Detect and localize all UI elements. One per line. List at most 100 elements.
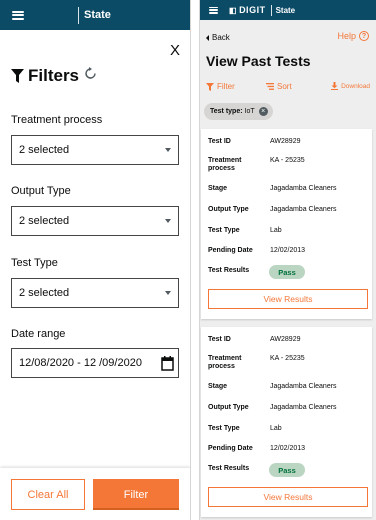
stage-value: Jagadamba Cleaners xyxy=(270,185,337,192)
output-type-select[interactable]: 2 selected xyxy=(11,206,179,236)
digit-logo: ◧ DIGIT xyxy=(229,5,266,15)
treatment-value: KA - 25235 xyxy=(270,355,305,362)
active-filter-chip: Test type: IoT × xyxy=(204,103,273,120)
calendar-icon[interactable] xyxy=(161,355,174,374)
close-icon[interactable]: X xyxy=(170,42,180,59)
hamburger-icon[interactable] xyxy=(209,6,218,14)
field-label: Treatment process xyxy=(208,157,242,172)
field-label: Test Results xyxy=(208,267,250,274)
header-divider xyxy=(270,4,272,16)
filter-action-label: Filter xyxy=(217,82,235,91)
header-divider xyxy=(78,6,79,24)
field-label: Treatment process xyxy=(208,355,242,370)
filters-header: Filters xyxy=(11,66,96,86)
clear-all-button[interactable]: Clear All xyxy=(11,479,85,510)
test-type-label: Test Type xyxy=(11,257,58,269)
left-top-bar: State xyxy=(0,0,190,30)
state-label: State xyxy=(275,5,296,15)
filter-panel: State X Filters Treatment process 2 sele… xyxy=(0,0,191,520)
digit-logo-mark-icon: ◧ xyxy=(229,5,238,15)
apply-filter-button[interactable]: Filter xyxy=(93,479,179,510)
card-row-treatment: Treatment process KA - 25235 xyxy=(208,355,368,371)
pending-date-value: 12/02/2013 xyxy=(270,445,306,452)
chevron-down-icon xyxy=(165,291,171,295)
sort-icon xyxy=(266,83,274,90)
treatment-process-select[interactable]: 2 selected xyxy=(11,135,179,165)
hamburger-icon[interactable] xyxy=(12,10,24,20)
test-card: Test ID AW28929 Treatment process KA - 2… xyxy=(201,129,372,319)
card-row-stage: Stage Jagadamba Cleaners xyxy=(208,185,368,193)
card-row-test-type: Test Type Lab xyxy=(208,227,368,235)
date-range-input[interactable]: 12/08/2020 - 12 /09/2020 xyxy=(11,348,179,378)
card-row-test-type: Test Type Lab xyxy=(208,425,368,433)
chip-key: Test type: xyxy=(210,108,243,115)
treatment-value: KA - 25235 xyxy=(270,157,305,164)
date-range-label: Date range xyxy=(11,328,66,340)
help-label: Help xyxy=(337,31,356,41)
back-link[interactable]: Back xyxy=(206,33,230,42)
test-card: Test ID AW28929 Treatment process KA - 2… xyxy=(201,327,372,517)
test-id-value: AW28929 xyxy=(270,138,301,145)
field-label: Test Results xyxy=(208,465,250,472)
funnel-icon xyxy=(11,69,24,83)
download-icon xyxy=(331,82,339,90)
card-row-pending-date: Pending Date 12/02/2013 xyxy=(208,247,368,255)
field-label: Test Type xyxy=(208,425,240,432)
digit-logo-text: DIGIT xyxy=(239,5,266,15)
field-label: Test ID xyxy=(208,138,231,145)
pending-date-value: 12/02/2013 xyxy=(270,247,306,254)
back-label: Back xyxy=(212,33,230,42)
field-label: Test Type xyxy=(208,227,240,234)
page-title: View Past Tests xyxy=(206,53,311,69)
status-badge: Pass xyxy=(269,463,305,477)
test-type-value: Lab xyxy=(270,227,282,234)
test-type-value: Lab xyxy=(270,425,282,432)
date-range-value: 12/08/2020 - 12 /09/2020 xyxy=(19,357,142,369)
output-type-value: Jagadamba Cleaners xyxy=(270,206,337,213)
output-type-value: 2 selected xyxy=(19,215,70,227)
state-label: State xyxy=(84,9,111,21)
filter-icon xyxy=(206,82,214,91)
test-id-value: AW28929 xyxy=(270,336,301,343)
filter-action-bar: Clear All Filter xyxy=(0,468,190,520)
field-label: Output Type xyxy=(208,206,249,213)
help-icon: ? xyxy=(359,31,369,41)
download-action[interactable]: Download xyxy=(331,82,370,90)
view-results-button[interactable]: View Results xyxy=(208,487,368,507)
field-label: Output Type xyxy=(208,404,249,411)
card-row-treatment: Treatment process KA - 25235 xyxy=(208,157,368,173)
filter-action[interactable]: Filter xyxy=(206,82,235,91)
right-top-bar: ◧ DIGIT State xyxy=(200,0,376,20)
view-results-button[interactable]: View Results xyxy=(208,289,368,309)
card-row-pending-date: Pending Date 12/02/2013 xyxy=(208,445,368,453)
stage-value: Jagadamba Cleaners xyxy=(270,383,337,390)
filters-title: Filters xyxy=(28,66,80,85)
card-row-test-id: Test ID AW28929 xyxy=(208,138,368,146)
action-row: Filter Sort Download xyxy=(206,82,370,94)
download-action-label: Download xyxy=(341,82,370,90)
test-type-select[interactable]: 2 selected xyxy=(11,278,179,308)
card-row-stage: Stage Jagadamba Cleaners xyxy=(208,383,368,391)
output-type-value: Jagadamba Cleaners xyxy=(270,404,337,411)
chevron-down-icon xyxy=(165,148,171,152)
card-row-test-id: Test ID AW28929 xyxy=(208,336,368,344)
sort-action-label: Sort xyxy=(277,82,292,91)
card-row-output-type: Output Type Jagadamba Cleaners xyxy=(208,404,368,412)
field-label: Stage xyxy=(208,185,228,192)
remove-chip-icon[interactable]: × xyxy=(258,107,268,116)
refresh-icon[interactable] xyxy=(85,67,96,85)
output-type-label: Output Type xyxy=(11,185,71,197)
sort-action[interactable]: Sort xyxy=(266,82,292,91)
past-tests-screen: ◧ DIGIT State Back Help ? View Past Test… xyxy=(199,0,376,520)
test-type-value: 2 selected xyxy=(19,287,70,299)
field-label: Pending Date xyxy=(208,247,253,254)
help-link[interactable]: Help ? xyxy=(337,31,369,41)
field-label: Pending Date xyxy=(208,445,253,452)
field-label: Stage xyxy=(208,383,228,390)
treatment-process-value: 2 selected xyxy=(19,144,70,156)
status-badge: Pass xyxy=(269,265,305,279)
chip-value: IoT xyxy=(244,108,255,115)
chevron-down-icon xyxy=(165,219,171,223)
back-arrow-icon xyxy=(206,34,209,41)
treatment-process-label: Treatment process xyxy=(11,114,103,126)
